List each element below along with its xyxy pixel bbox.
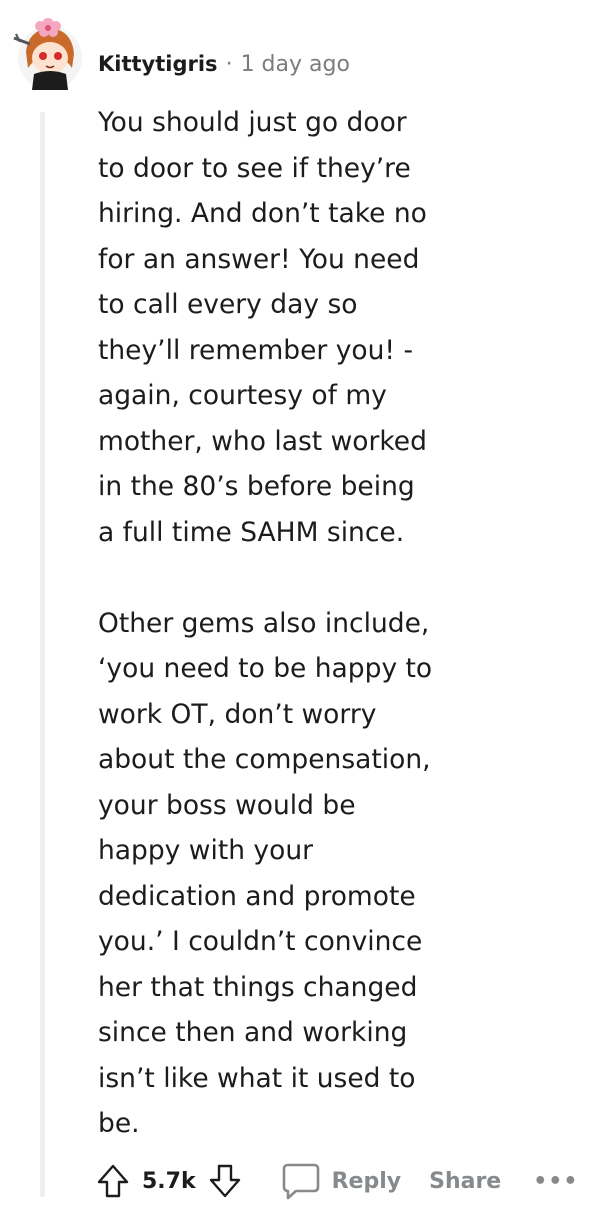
comment-body: You should just go door to door to see i… xyxy=(98,100,578,1147)
share-button[interactable]: Share xyxy=(429,1169,501,1194)
avatar-icon xyxy=(13,18,82,90)
avatar[interactable] xyxy=(8,8,88,92)
reply-label: Reply xyxy=(331,1168,402,1194)
more-options-button[interactable]: ••• xyxy=(533,1169,578,1194)
vote-count: 5.7k xyxy=(142,1168,196,1194)
comment-header: Kittytigris · 1 day ago xyxy=(98,44,350,84)
downvote-arrow-icon xyxy=(209,1164,240,1198)
comment-paragraph: Other gems also include, ‘you need to be… xyxy=(98,607,433,1140)
downvote-button[interactable] xyxy=(208,1163,242,1199)
username[interactable]: Kittytigris xyxy=(98,52,218,76)
upvote-button[interactable] xyxy=(96,1163,130,1199)
reply-button[interactable]: Reply xyxy=(280,1161,402,1201)
comment-paragraph: You should just go door to door to see i… xyxy=(98,107,427,548)
timestamp[interactable]: 1 day ago xyxy=(241,52,350,77)
upvote-arrow-icon xyxy=(97,1164,129,1198)
comment-actions: 5.7k Reply Share ••• xyxy=(96,1156,578,1206)
separator-dot: · xyxy=(225,51,233,77)
speech-bubble-icon xyxy=(282,1163,319,1200)
thread-line[interactable] xyxy=(40,112,45,1197)
